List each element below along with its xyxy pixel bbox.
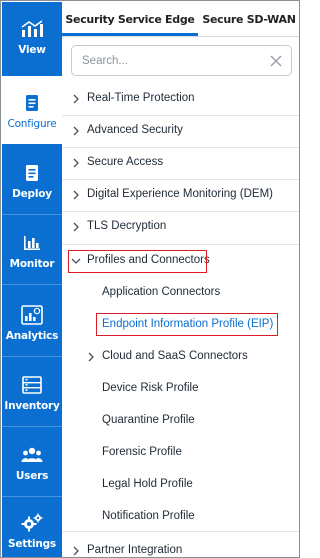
menu-item-label: Device Risk Profile <box>102 382 199 394</box>
chevron-down-icon <box>70 255 82 267</box>
search-input[interactable] <box>82 52 262 70</box>
tab-security-service-edge[interactable]: Security Service Edge <box>62 2 198 36</box>
chevron-right-icon <box>70 545 82 557</box>
deploy-document-icon <box>2 163 62 183</box>
menu-item-real-time-protection[interactable]: Real-Time Protection <box>62 83 299 115</box>
menu-item-application-connectors[interactable]: Application Connectors <box>62 277 299 309</box>
menu-divider <box>62 179 299 180</box>
rail-item-label: Users <box>15 470 49 482</box>
menu-item-label: Forensic Profile <box>102 446 182 458</box>
left-rail: View Configure Deploy Monitor Analytics … <box>2 2 62 557</box>
rail-item-monitor[interactable]: Monitor <box>2 216 62 284</box>
rail-divider <box>2 426 62 427</box>
rail-item-view[interactable]: View <box>2 2 62 70</box>
menu-item-partner-integration[interactable]: Partner Integration <box>62 535 299 557</box>
rail-item-configure[interactable]: Configure <box>2 76 62 144</box>
menu-item-label: Quarantine Profile <box>102 414 195 426</box>
chevron-right-icon <box>70 125 82 137</box>
menu-item-label: Digital Experience Monitoring (DEM) <box>87 188 273 200</box>
menu-divider <box>62 531 299 532</box>
menu-item-device-risk-profile[interactable]: Device Risk Profile <box>62 373 299 405</box>
chevron-right-icon <box>70 221 82 233</box>
rail-item-label: Settings <box>8 538 56 550</box>
product-tabs: Security Service Edge Secure SD-WAN <box>62 2 299 36</box>
rail-item-inventory[interactable]: Inventory <box>2 358 62 426</box>
menu-item-quarantine-profile[interactable]: Quarantine Profile <box>62 405 299 437</box>
settings-gears-icon <box>2 513 62 533</box>
menu-item-label: Application Connectors <box>102 286 221 298</box>
analytics-report-icon <box>2 305 62 325</box>
menu-item-secure-access[interactable]: Secure Access <box>62 147 299 179</box>
menu-item-label: Endpoint Information Profile (EIP) <box>102 318 274 330</box>
menu-divider <box>62 244 299 245</box>
configure-document-icon <box>2 93 62 113</box>
rail-divider <box>2 284 62 285</box>
rail-item-deploy[interactable]: Deploy <box>2 146 62 214</box>
close-icon[interactable] <box>268 53 284 69</box>
menu-item-label: Real-Time Protection <box>87 92 195 104</box>
menu-item-label: Advanced Security <box>87 124 183 136</box>
rail-divider <box>2 356 62 357</box>
chevron-right-icon <box>70 93 82 105</box>
menu-item-label: Partner Integration <box>87 544 183 556</box>
menu-divider <box>62 211 299 212</box>
menu-item-forensic-profile[interactable]: Forensic Profile <box>62 437 299 469</box>
chevron-right-icon <box>70 189 82 201</box>
users-group-icon <box>2 445 62 465</box>
menu-item-tls-decryption[interactable]: TLS Decryption <box>62 211 299 243</box>
rail-item-label: Analytics <box>5 330 59 342</box>
menu-item-label: Secure Access <box>87 156 164 168</box>
monitor-bar-chart-icon <box>2 233 62 253</box>
menu-item-legal-hold-profile[interactable]: Legal Hold Profile <box>62 469 299 501</box>
tab-secure-sd-wan[interactable]: Secure SD-WAN <box>198 2 299 36</box>
menu-divider <box>62 147 299 148</box>
menu-item-label: Notification Profile <box>102 510 195 522</box>
menu-item-profiles-and-connectors[interactable]: Profiles and Connectors <box>62 245 299 277</box>
rail-item-settings[interactable]: Settings <box>2 496 62 557</box>
rail-item-label: Deploy <box>12 188 52 200</box>
rail-item-label: Inventory <box>4 400 60 412</box>
chevron-right-icon <box>70 157 82 169</box>
rail-item-analytics[interactable]: Analytics <box>2 288 62 356</box>
menu-item-label: Profiles and Connectors <box>87 254 210 266</box>
menu-item-endpoint-information-profile[interactable]: Endpoint Information Profile (EIP) <box>62 309 299 341</box>
rail-divider <box>2 214 62 215</box>
tabs-divider <box>62 36 299 37</box>
menu-item-advanced-security[interactable]: Advanced Security <box>62 115 299 147</box>
menu-item-label: Legal Hold Profile <box>102 478 193 490</box>
rail-item-label: View <box>18 44 46 56</box>
search-box <box>71 45 292 76</box>
chevron-right-icon <box>85 351 97 363</box>
rail-item-users[interactable]: Users <box>2 428 62 496</box>
menu-item-dem[interactable]: Digital Experience Monitoring (DEM) <box>62 179 299 211</box>
rail-item-label: Configure <box>7 118 57 130</box>
menu-divider <box>62 115 299 116</box>
menu-item-cloud-and-saas-connectors[interactable]: Cloud and SaaS Connectors <box>62 341 299 373</box>
rail-item-label: Monitor <box>9 258 55 270</box>
view-chart-icon <box>2 19 62 39</box>
inventory-server-icon <box>2 375 62 395</box>
menu-item-notification-profile[interactable]: Notification Profile <box>62 501 299 533</box>
menu-item-label: Cloud and SaaS Connectors <box>102 350 248 362</box>
menu-item-label: TLS Decryption <box>87 220 167 232</box>
navigation-panel: View Configure Deploy Monitor Analytics … <box>0 0 300 558</box>
